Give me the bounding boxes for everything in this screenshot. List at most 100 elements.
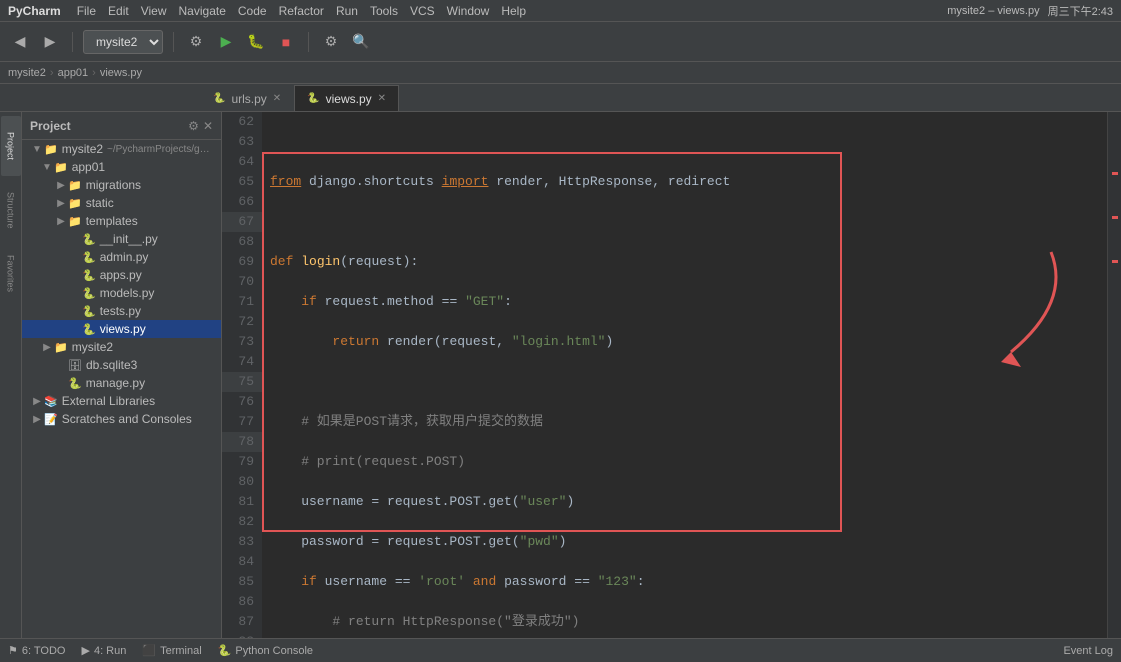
code-line-68 <box>270 372 1099 392</box>
tree-templates[interactable]: ▶ 📁 templates <box>22 212 221 230</box>
tree-views[interactable]: 🐍 views.py <box>22 320 221 338</box>
tree-mysite2-sub[interactable]: ▶ 📁 mysite2 <box>22 338 221 356</box>
py-icon: 🐍 <box>68 377 82 390</box>
tree-external-libs[interactable]: ▶ 📚 External Libraries <box>22 392 221 410</box>
tree-label-migrations: migrations <box>86 178 141 192</box>
tab-urls[interactable]: 🐍 urls.py ✕ <box>200 85 294 111</box>
py-icon: 🐍 <box>82 305 96 318</box>
toggle-icon: ▶ <box>54 216 68 227</box>
sidebar-actions: ⚙ ✕ <box>188 119 213 133</box>
tab-views-close[interactable]: ✕ <box>378 93 386 104</box>
menu-refactor[interactable]: Refactor <box>279 4 324 18</box>
panel-tab-structure[interactable]: Structure <box>1 180 21 240</box>
tab-bar: 🐍 urls.py ✕ 🐍 views.py ✕ <box>0 84 1121 112</box>
ln-69: 69 <box>222 252 262 272</box>
forward-button[interactable]: ▶ <box>38 30 62 54</box>
ln-73: 73 <box>222 332 262 352</box>
tree-models[interactable]: 🐍 models.py <box>22 284 221 302</box>
breadcrumb-bar: mysite2 › app01 › views.py <box>0 62 1121 84</box>
run-button[interactable]: ▶ <box>214 30 238 54</box>
code-line-71: username = request.POST.get("user") <box>270 492 1099 512</box>
tree-label-manage: manage.py <box>86 376 145 390</box>
sidebar: Project ⚙ ✕ ▼ 📁 mysite2 ~/PycharmProject… <box>22 112 222 638</box>
menu-code[interactable]: Code <box>238 4 267 18</box>
ln-72: 72 <box>222 312 262 332</box>
tree-apps[interactable]: 🐍 apps.py <box>22 266 221 284</box>
tree-admin[interactable]: 🐍 admin.py <box>22 248 221 266</box>
bottom-todo[interactable]: ⚑ 6: TODO <box>8 644 65 657</box>
py-icon: 🐍 <box>82 287 96 300</box>
tree-label-templates: templates <box>86 214 138 228</box>
bottom-run[interactable]: ▶ 4: Run <box>81 644 126 657</box>
menu-window[interactable]: Window <box>447 4 490 18</box>
toolbar: ◀ ▶ mysite2 ⚙ ▶ 🐛 ■ ⚙ 🔍 <box>0 22 1121 62</box>
code-line-62 <box>270 132 1099 152</box>
panel-tab-favorites[interactable]: Favorites <box>1 244 21 304</box>
bottom-python-icon: 🐍 <box>218 644 232 657</box>
sidebar-header: Project ⚙ ✕ <box>22 112 221 140</box>
ln-75: 75 <box>222 372 262 392</box>
ln-83: 83 <box>222 532 262 552</box>
build-button[interactable]: ⚙ <box>184 30 208 54</box>
back-button[interactable]: ◀ <box>8 30 32 54</box>
tree-path: ~/PycharmProjects/g… <box>107 144 210 155</box>
ln-84: 84 <box>222 552 262 572</box>
sidebar-action-cog[interactable]: ⚙ <box>188 119 199 133</box>
code-line-65: def login(request): <box>270 252 1099 272</box>
menu-vcs[interactable]: VCS <box>410 4 435 18</box>
main-layout: Project Structure Favorites Project ⚙ ✕ … <box>0 112 1121 638</box>
menu-run[interactable]: Run <box>336 4 358 18</box>
menu-help[interactable]: Help <box>501 4 526 18</box>
menu-view[interactable]: View <box>141 4 167 18</box>
menu-file[interactable]: File <box>77 4 96 18</box>
code-line-67: return render(request, "login.html") <box>270 332 1099 352</box>
debug-button[interactable]: 🐛 <box>244 30 268 54</box>
search-everywhere-button[interactable]: 🔍 <box>349 30 373 54</box>
sidebar-title: Project <box>30 119 71 133</box>
folder-icon: 📁 <box>44 143 58 156</box>
bottom-run-icon: ▶ <box>81 644 89 657</box>
folder-icon: 📁 <box>54 341 68 354</box>
code-editor[interactable]: from django.shortcuts import render, Htt… <box>262 112 1107 638</box>
tree-label-scratches: Scratches and Consoles <box>62 412 192 426</box>
stop-button[interactable]: ■ <box>274 30 298 54</box>
tree-label-models: models.py <box>100 286 155 300</box>
menu-navigate[interactable]: Navigate <box>179 4 226 18</box>
tab-urls-close[interactable]: ✕ <box>273 93 281 104</box>
breadcrumb-app01[interactable]: app01 <box>58 67 89 79</box>
tree-migrations[interactable]: ▶ 📁 migrations <box>22 176 221 194</box>
ln-68: 68 <box>222 232 262 252</box>
ln-79: 79 <box>222 452 262 472</box>
tree-app01[interactable]: ▼ 📁 app01 <box>22 158 221 176</box>
project-selector[interactable]: mysite2 <box>83 30 163 54</box>
window-title: mysite2 – views.py <box>947 5 1039 17</box>
breadcrumb-views[interactable]: views.py <box>100 67 142 79</box>
menu-edit[interactable]: Edit <box>108 4 129 18</box>
top-right-icons: mysite2 – views.py 周三下午2:43 <box>947 3 1113 19</box>
toggle-icon: ▶ <box>40 342 54 353</box>
panel-tab-project[interactable]: Project <box>1 116 21 176</box>
gutter-marker-3 <box>1112 260 1118 263</box>
bottom-event-log[interactable]: Event Log <box>1063 645 1113 657</box>
tree-label-apps: apps.py <box>100 268 142 282</box>
sidebar-action-close[interactable]: ✕ <box>203 119 213 133</box>
tree-static[interactable]: ▶ 📁 static <box>22 194 221 212</box>
tree-init[interactable]: 🐍 __init__.py <box>22 230 221 248</box>
tree-label-views: views.py <box>100 322 146 336</box>
tree-tests[interactable]: 🐍 tests.py <box>22 302 221 320</box>
tree-scratches[interactable]: ▶ 📝 Scratches and Consoles <box>22 410 221 428</box>
editor-area[interactable]: 62 63 64 65 66 67 68 69 70 71 72 73 74 7… <box>222 112 1121 638</box>
tree-mysite2-root[interactable]: ▼ 📁 mysite2 ~/PycharmProjects/g… <box>22 140 221 158</box>
bottom-terminal[interactable]: ⬛ Terminal <box>142 644 201 657</box>
tree-db[interactable]: 🗄 db.sqlite3 <box>22 356 221 374</box>
toggle-icon: ▼ <box>40 162 54 173</box>
tree-manage[interactable]: 🐍 manage.py <box>22 374 221 392</box>
menu-tools[interactable]: Tools <box>370 4 398 18</box>
toggle-icon: ▼ <box>30 144 44 155</box>
breadcrumb-mysite2[interactable]: mysite2 <box>8 67 46 79</box>
tab-views[interactable]: 🐍 views.py ✕ <box>294 85 399 111</box>
left-panel-tabs: Project Structure Favorites <box>0 112 22 638</box>
toggle-icon: ▶ <box>30 414 44 425</box>
bottom-python-console[interactable]: 🐍 Python Console <box>218 644 313 657</box>
settings-button[interactable]: ⚙ <box>319 30 343 54</box>
